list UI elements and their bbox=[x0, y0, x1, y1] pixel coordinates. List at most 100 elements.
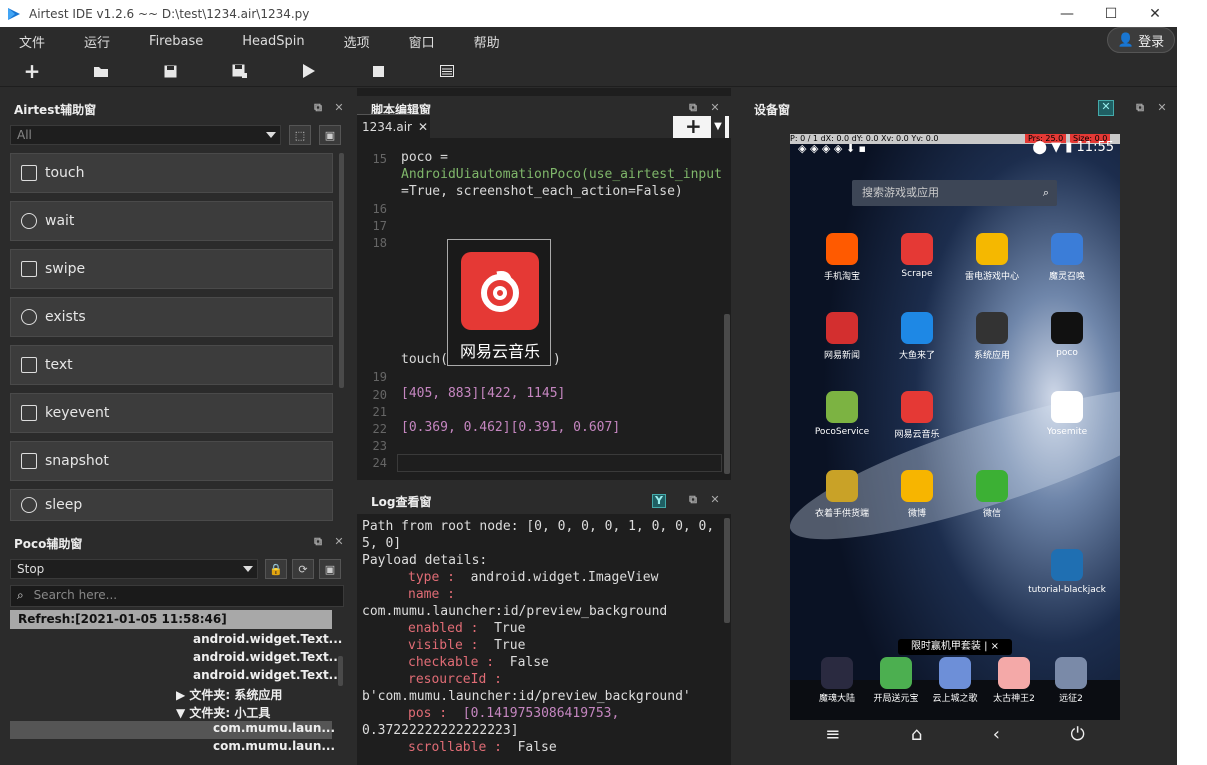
dock-app-icon[interactable] bbox=[821, 657, 853, 689]
app-icon[interactable] bbox=[826, 470, 858, 502]
menu-headspin[interactable]: HeadSpin bbox=[223, 34, 324, 49]
screenshot-icon[interactable]: ⬚ bbox=[289, 125, 311, 145]
device-screen[interactable]: P: 0 / 1 dX: 0.0 dY: 0.0 Xv: 0.0 Yv: 0.0… bbox=[790, 134, 1120, 720]
menu-options[interactable]: 选项 bbox=[325, 32, 390, 51]
app-icon[interactable] bbox=[1051, 549, 1083, 581]
cmd-touch-button[interactable]: touch bbox=[10, 153, 333, 193]
cmd-text-button[interactable]: text bbox=[10, 345, 333, 385]
stop-icon[interactable] bbox=[368, 61, 388, 81]
poco-search-input[interactable]: ⌕ Search here... bbox=[10, 585, 344, 607]
tab-1234-air[interactable]: 1234.air ✕ bbox=[357, 114, 430, 138]
tree-node[interactable]: android.widget.Text... bbox=[193, 650, 342, 668]
play-icon[interactable] bbox=[299, 61, 319, 81]
app-icon[interactable] bbox=[901, 233, 933, 265]
app-icon[interactable] bbox=[901, 312, 933, 344]
app-icon[interactable] bbox=[826, 391, 858, 423]
poco-scrollbar[interactable] bbox=[338, 656, 343, 686]
menu-icon[interactable]: ≡ bbox=[825, 724, 840, 745]
app-icon[interactable] bbox=[1051, 233, 1083, 265]
cmd-wait-button[interactable]: wait bbox=[10, 201, 333, 241]
save-as-icon[interactable] bbox=[229, 61, 249, 81]
cmd-swipe-button[interactable]: swipe bbox=[10, 249, 333, 289]
menu-help[interactable]: 帮助 bbox=[455, 32, 520, 51]
promo-banner[interactable]: 限时赢机甲套装 | × bbox=[898, 639, 1012, 655]
cmd-exists-button[interactable]: exists bbox=[10, 297, 333, 337]
tab-close-icon[interactable]: ✕ bbox=[418, 120, 428, 134]
maximize-icon[interactable]: ☐ bbox=[1089, 0, 1133, 27]
record-icon[interactable]: ▣ bbox=[319, 125, 341, 145]
tree-node[interactable]: android.widget.Text... bbox=[193, 668, 342, 686]
log-line: 5, 0] bbox=[362, 536, 402, 551]
login-button[interactable]: 👤 登录 bbox=[1107, 27, 1175, 53]
back-icon[interactable]: ‹ bbox=[993, 724, 1000, 745]
airtest-filter-select[interactable]: All bbox=[10, 125, 281, 145]
tree-node-folder[interactable]: ▼ 文件夹: 小工具 bbox=[176, 704, 270, 722]
code-area[interactable]: 15 poco = AndroidUiautomationPoco(use_ai… bbox=[357, 138, 731, 480]
dock-app-icon[interactable] bbox=[880, 657, 912, 689]
code-line: poco = bbox=[401, 150, 448, 165]
save-icon[interactable] bbox=[160, 61, 180, 81]
tree-node[interactable]: android.widget.Text... bbox=[193, 632, 342, 650]
new-tab-button[interactable]: + ▼ bbox=[673, 116, 729, 138]
app-icon[interactable] bbox=[901, 470, 933, 502]
dock-app-icon[interactable] bbox=[998, 657, 1030, 689]
record-icon[interactable]: ▣ bbox=[319, 559, 341, 579]
log-key: type : bbox=[408, 570, 455, 585]
editor-scrollbar[interactable] bbox=[724, 314, 730, 474]
panel-close-icon[interactable]: ✕ bbox=[333, 102, 345, 114]
airtest-scrollbar[interactable] bbox=[339, 153, 344, 388]
lock-icon[interactable]: 🔒 bbox=[265, 559, 287, 579]
panel-close-icon[interactable]: ✕ bbox=[709, 494, 721, 506]
tree-node-folder[interactable]: ▶ 文件夹: 系统应用 bbox=[176, 686, 282, 704]
menu-window[interactable]: 窗口 bbox=[390, 32, 455, 51]
dock-app-icon[interactable] bbox=[939, 657, 971, 689]
folder-icon[interactable] bbox=[91, 61, 111, 81]
log-value: False bbox=[509, 655, 549, 670]
cmd-label: swipe bbox=[45, 261, 86, 277]
tools-icon[interactable]: ✕ bbox=[1098, 100, 1114, 116]
float-icon[interactable]: ⧉ bbox=[1134, 102, 1146, 114]
menu-firebase[interactable]: Firebase bbox=[130, 34, 223, 49]
app-icon[interactable] bbox=[901, 391, 933, 423]
power-icon[interactable]: ⏻ bbox=[1070, 724, 1084, 745]
list-icon[interactable] bbox=[437, 61, 457, 81]
plus-icon[interactable]: + bbox=[22, 59, 42, 83]
launcher-search-input[interactable]: 搜索游戏或应用 ⌕ bbox=[852, 180, 1057, 206]
refresh-icon[interactable]: ⟳ bbox=[292, 559, 314, 579]
minimize-icon[interactable]: — bbox=[1045, 0, 1089, 27]
panel-close-icon[interactable]: ✕ bbox=[1156, 102, 1168, 114]
float-icon[interactable]: ⧉ bbox=[687, 102, 699, 114]
log-scrollbar[interactable] bbox=[724, 518, 730, 623]
menu-file[interactable]: 文件 bbox=[0, 32, 65, 51]
app-label: 手机淘宝 bbox=[823, 272, 860, 282]
app-icon[interactable] bbox=[1051, 391, 1083, 423]
panel-close-icon[interactable]: ✕ bbox=[709, 102, 721, 114]
close-icon[interactable]: ✕ bbox=[1133, 0, 1177, 27]
dock-app-icon[interactable] bbox=[1055, 657, 1087, 689]
float-icon[interactable]: ⧉ bbox=[687, 494, 699, 506]
image-template[interactable]: 网易云音乐 bbox=[447, 239, 551, 366]
poco-mode-select[interactable]: Stop bbox=[10, 559, 258, 579]
app-label: tutorial-blackjack bbox=[1028, 585, 1106, 595]
float-icon[interactable]: ⧉ bbox=[312, 536, 324, 548]
cmd-keyevent-button[interactable]: keyevent bbox=[10, 393, 333, 433]
airtest-logo-icon bbox=[8, 7, 20, 20]
text-icon bbox=[21, 357, 37, 373]
line-number: 15 bbox=[372, 152, 387, 166]
float-icon[interactable]: ⧉ bbox=[312, 102, 324, 114]
tree-node-selected[interactable]: com.mumu.laun... bbox=[10, 721, 335, 739]
menu-run[interactable]: 运行 bbox=[65, 32, 130, 51]
app-icon[interactable] bbox=[976, 233, 1008, 265]
panel-close-icon[interactable]: ✕ bbox=[333, 536, 345, 548]
tree-node[interactable]: com.mumu.laun... bbox=[213, 739, 335, 757]
app-icon[interactable] bbox=[976, 470, 1008, 502]
filter-icon[interactable]: Y bbox=[652, 494, 666, 508]
cmd-sleep-button[interactable]: sleep bbox=[10, 489, 333, 521]
app-icon[interactable] bbox=[1051, 312, 1083, 344]
home-icon[interactable]: ⌂ bbox=[911, 724, 922, 745]
app-icon[interactable] bbox=[826, 233, 858, 265]
app-icon[interactable] bbox=[826, 312, 858, 344]
app-icon[interactable] bbox=[976, 312, 1008, 344]
cmd-snapshot-button[interactable]: snapshot bbox=[10, 441, 333, 481]
log-panel-title: Log查看窗 bbox=[371, 494, 432, 509]
